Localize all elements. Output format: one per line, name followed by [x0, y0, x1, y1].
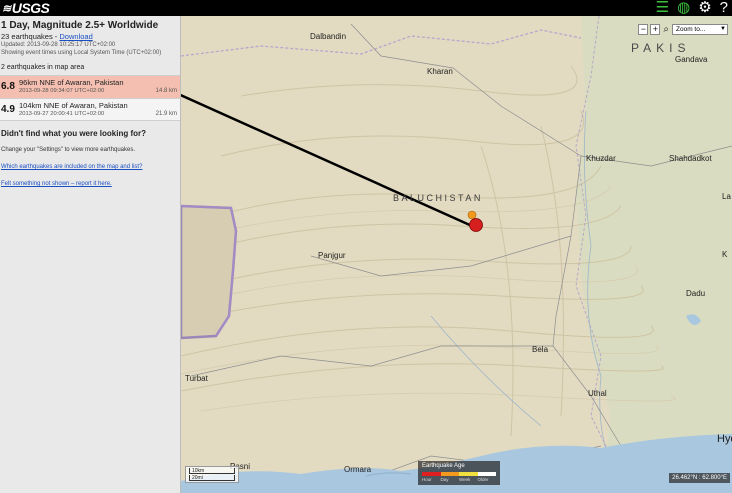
download-link[interactable]: Download [59, 32, 92, 41]
legend-swatch-day [440, 472, 459, 476]
included-earthquakes-link[interactable]: Which earthquakes are included on the ma… [1, 164, 180, 170]
legend-swatch-hour [422, 472, 441, 476]
zoom-in-button[interactable]: + [650, 24, 661, 35]
count-label: 23 earthquakes [1, 32, 53, 41]
zoom-to-select[interactable]: Zoom to... ▼ [672, 24, 728, 35]
help-icon[interactable]: ? [720, 0, 728, 16]
list-item[interactable]: 4.9 104km NNE of Awaran, Pakistan 2013-0… [0, 98, 180, 121]
timezone-note: Showing event times using Local System T… [1, 50, 162, 56]
zoom-select-value: Zoom to... [676, 26, 706, 33]
list-item[interactable]: 6.8 96km NNE of Awaran, Pakistan 2013-09… [0, 75, 180, 98]
depth: 14.8 km [155, 88, 177, 94]
feed-title: 1 Day, Magnitude 2.5+ Worldwide [1, 20, 159, 31]
gear-icon[interactable]: ⚙ [698, 0, 711, 16]
city-gandava: Gandava [675, 55, 708, 64]
updated-time: Updated: 2013-09-28 10:25:17 UTC+02:00 [1, 42, 116, 48]
report-felt-link[interactable]: Felt something not shown – report it her… [1, 181, 180, 187]
help-title: Didn't find what you were looking for? [1, 129, 147, 138]
legend-title: Earthquake Age [422, 463, 465, 469]
list-icon[interactable]: ☰ [656, 0, 669, 16]
usgs-wave-icon: ≋ [2, 2, 11, 15]
help-text: Change your "Settings" to view more eart… [1, 147, 135, 153]
legend-label-older: Older [477, 477, 489, 482]
city-la: La [722, 192, 731, 201]
legend-color-bar [422, 472, 496, 476]
city-uthal: Uthal [588, 389, 607, 398]
scale-km: 10km [189, 468, 235, 474]
city-k: K [722, 250, 728, 259]
city-ormara: Ormara [344, 465, 372, 474]
earthquake-list: 6.8 96km NNE of Awaran, Pakistan 2013-09… [0, 75, 180, 121]
city-bela: Bela [532, 345, 549, 354]
scale-mi: 20mi [189, 475, 235, 481]
country-label: PAKIS [631, 41, 691, 55]
usgs-logo[interactable]: ≋ USGS [2, 0, 50, 16]
city-panjgur: Panjgur [318, 251, 346, 260]
map-area-count: 2 earthquakes in map area [1, 64, 85, 71]
legend-swatch-week [459, 472, 478, 476]
city-shahdadkot: Shahdadkot [669, 154, 712, 163]
map-zoom-controls: − + ⌕ Zoom to... ▼ [638, 24, 728, 35]
search-icon[interactable]: ⌕ [662, 24, 670, 35]
map-terrain [181, 16, 732, 493]
place: 96km NNE of Awaran, Pakistan [19, 78, 124, 87]
city-turbat: Turbat [185, 374, 208, 383]
region-label: BALUCHISTAN [393, 193, 483, 203]
globe-icon[interactable]: ◍ [677, 0, 690, 16]
city-hyderabad: Hyd [717, 433, 732, 445]
legend-label-week: Week [459, 477, 471, 482]
cursor-coordinates: 26.462°N : 62.800°E [669, 473, 730, 483]
city-kharan: Kharan [427, 67, 453, 76]
depth: 21.9 km [155, 111, 177, 117]
earthquake-list-panel: 1 Day, Magnitude 2.5+ Worldwide 23 earth… [0, 16, 181, 493]
city-dadu: Dadu [686, 289, 706, 298]
place: 104km NNE of Awaran, Pakistan [19, 101, 128, 110]
legend-swatch-older [477, 472, 496, 476]
earthquake-age-legend: Earthquake Age Hour Day Week Older [418, 461, 500, 485]
event-time: 2013-09-27 20:00:41 UTC+02:00 [19, 111, 105, 117]
earthquake-count: 23 earthquakes - Download [1, 32, 93, 41]
top-bar: ≋ USGS ☰ ◍ ⚙ ? [0, 0, 732, 16]
chevron-down-icon: ▼ [720, 26, 726, 32]
logo-text: USGS [11, 0, 50, 16]
legend-label-day: Day [440, 477, 449, 482]
city-khuzdar: Khuzdar [586, 154, 616, 163]
map[interactable]: Dalbandin Kharan Khuzdar Panjgur Turbat … [181, 16, 732, 493]
magnitude: 4.9 [1, 104, 15, 115]
magnitude: 6.8 [1, 81, 15, 92]
map-scale: 10km 20mi [185, 466, 239, 483]
zoom-out-button[interactable]: − [638, 24, 649, 35]
city-dalbandin: Dalbandin [310, 32, 347, 41]
event-time: 2013-09-28 09:34:07 UTC+02:00 [19, 88, 105, 94]
legend-label-hour: Hour [422, 477, 432, 482]
